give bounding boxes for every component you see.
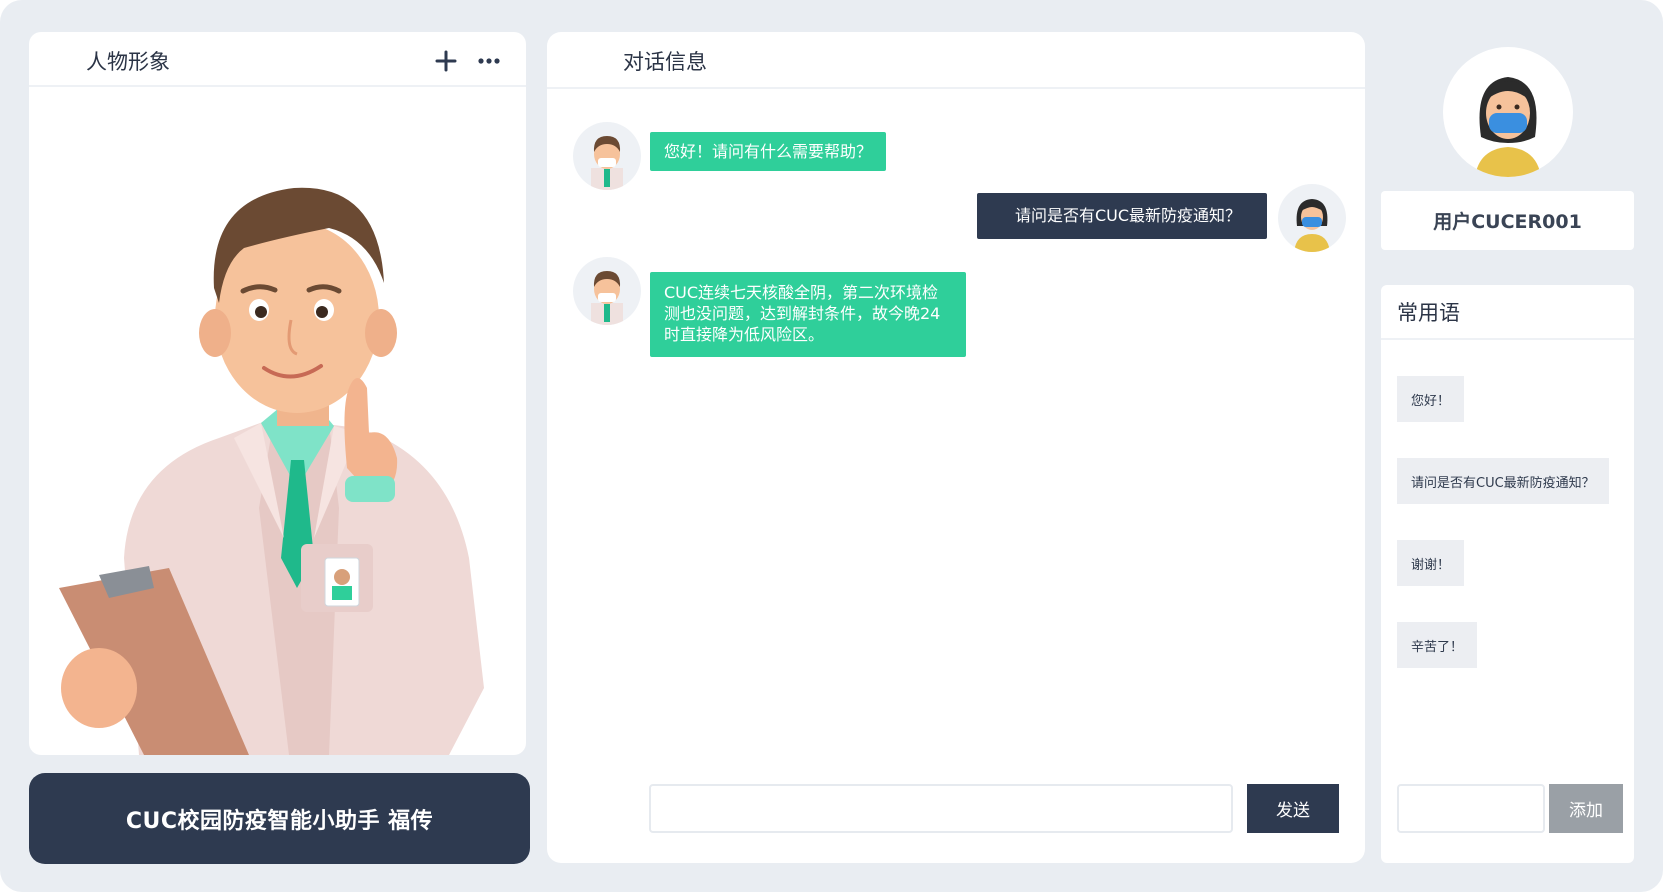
common-phrases-panel: 常用语 您好！ 请问是否有CUC最新防疫通知？ 谢谢！ 辛苦了！ 添加 [1381, 285, 1634, 863]
chat-message-input[interactable] [649, 784, 1233, 833]
add-phrase-button[interactable]: 添加 [1549, 784, 1623, 833]
send-button[interactable]: 发送 [1247, 784, 1339, 833]
phrase-chip[interactable]: 辛苦了！ [1397, 622, 1478, 668]
doctor-character-illustration [29, 88, 526, 755]
chat-panel: 对话信息 您好！请问有什么需要帮助？ 请问是否有CUC最新防疫通知？ CUC连续… [547, 32, 1365, 863]
more-dots-icon[interactable] [472, 44, 506, 78]
character-panel-title: 人物形象 [86, 50, 170, 74]
assistant-name-banner: CUC校园防疫智能小助手 福传 [29, 773, 530, 864]
bot-avatar [573, 257, 641, 325]
common-phrases-title: 常用语 [1397, 301, 1460, 325]
character-panel: 人物形象 [29, 32, 526, 755]
user-avatar-small [1278, 184, 1346, 252]
new-phrase-input[interactable] [1397, 784, 1545, 833]
plus-icon[interactable] [429, 44, 463, 78]
phrase-chip[interactable]: 您好！ [1397, 376, 1465, 422]
user-avatar-large [1443, 47, 1573, 177]
chat-message-user-1: 请问是否有CUC最新防疫通知？ [977, 193, 1267, 239]
character-panel-header: 人物形象 [29, 32, 526, 87]
user-name-card: 用户CUCER001 [1381, 191, 1634, 250]
phrase-chip[interactable]: 请问是否有CUC最新防疫通知？ [1397, 458, 1609, 504]
app-frame: 人物形象 CUC校园防疫智能小助手 福传 对话信息 您好！请问有什么需要帮助？ … [0, 0, 1663, 892]
common-phrases-divider [1381, 338, 1634, 340]
chat-message-bot-1: 您好！请问有什么需要帮助？ [650, 132, 887, 171]
chat-message-bot-2: CUC连续七天核酸全阴，第二次环境检测也没问题，达到解封条件，故今晚24时直接降… [650, 272, 966, 357]
chat-panel-title: 对话信息 [623, 50, 707, 74]
bot-avatar [573, 122, 641, 190]
phrase-chip[interactable]: 谢谢！ [1397, 540, 1465, 586]
chat-header-divider [547, 87, 1365, 89]
